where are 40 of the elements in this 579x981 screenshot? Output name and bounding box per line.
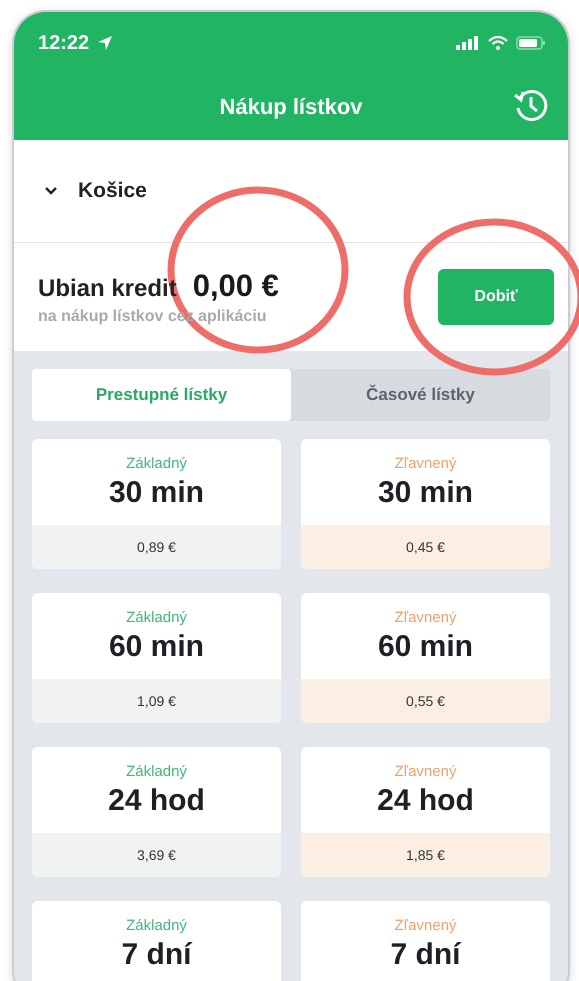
ticket-tab[interactable]: Časové lístky — [291, 369, 550, 421]
ticket-duration: 60 min — [378, 630, 474, 664]
status-time: 12:22 — [38, 32, 90, 54]
ticket-card[interactable]: Základný 60 min 1,09 € — [32, 593, 281, 723]
screen-title: Nákup lístkov — [219, 94, 363, 120]
ticket-card[interactable]: Zľavnený 24 hod 1,85 € — [301, 747, 550, 877]
ticket-price: 1,85 € — [301, 833, 550, 877]
ticket-card[interactable]: Základný 7 dní — [32, 901, 281, 981]
ticket-card[interactable]: Zľavnený 7 dní — [301, 901, 550, 981]
ticket-duration: 7 dní — [390, 938, 460, 972]
ticket-type: Zľavnený — [394, 608, 456, 626]
ticket-type: Základný — [126, 762, 187, 780]
ticket-type: Zľavnený — [394, 916, 456, 934]
ticket-card[interactable]: Zľavnený 60 min 0,55 € — [301, 593, 550, 723]
ticket-card[interactable]: Zľavnený 30 min 0,45 € — [301, 439, 550, 569]
wifi-icon — [488, 36, 508, 50]
ticket-duration: 24 hod — [108, 784, 205, 818]
ticket-duration: 30 min — [108, 476, 204, 510]
ticket-type: Zľavnený — [394, 762, 456, 780]
ticket-card[interactable]: Základný 24 hod 3,69 € — [32, 747, 281, 877]
city-selector[interactable]: Košice — [78, 179, 147, 203]
ticket-price: 0,89 € — [32, 525, 281, 569]
ticket-duration: 24 hod — [377, 784, 474, 818]
ticket-duration: 60 min — [108, 630, 204, 664]
signal-icon — [456, 36, 480, 50]
ticket-price: 0,45 € — [301, 525, 550, 569]
ticket-price: 3,69 € — [32, 833, 281, 877]
ticket-duration: 30 min — [378, 476, 474, 510]
ticket-price: 0,55 € — [301, 679, 550, 723]
ticket-price: 1,09 € — [32, 679, 281, 723]
credit-amount: 0,00 € — [192, 268, 279, 304]
chevron-down-icon[interactable] — [44, 186, 58, 196]
location-arrow-icon — [97, 35, 114, 51]
ticket-duration: 7 dní — [121, 938, 192, 972]
ticket-type: Základný — [126, 608, 187, 626]
ticket-type: Zľavnený — [394, 454, 456, 472]
ticket-type: Základný — [126, 454, 187, 472]
ticket-type: Základný — [126, 916, 187, 934]
ticket-card[interactable]: Základný 30 min 0,89 € — [32, 439, 281, 569]
battery-icon — [516, 36, 546, 50]
